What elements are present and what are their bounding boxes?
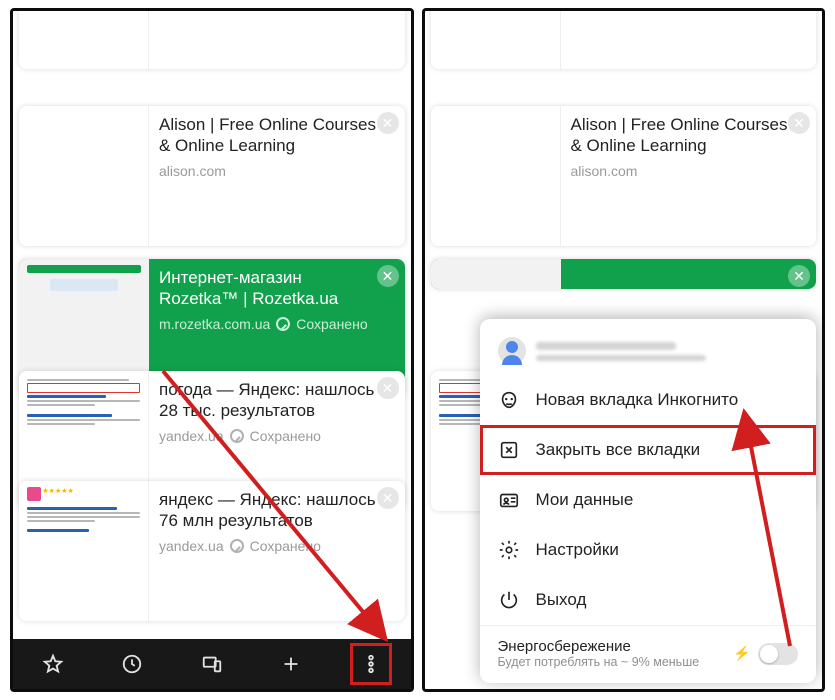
menu-item-label: Мои данные [536,490,634,510]
tab-domain: yandex.ua [159,538,224,554]
close-tab-button[interactable]: ✕ [788,265,810,287]
menu-item-exit[interactable]: Выход [480,575,817,625]
account-name-blurred [536,342,676,350]
tabs-switcher: 2 млн результатов yandex.ua Сохранено ✕ … [13,11,411,639]
power-icon [498,589,520,611]
tab-status: Сохранено [296,316,367,332]
tab-title: Alison | Free Online Courses & Online Le… [571,114,789,157]
menu-item-label: Новая вкладка Инкогнито [536,390,739,410]
menu-item-settings[interactable]: Настройки [480,525,817,575]
history-button[interactable] [112,644,152,684]
energy-toggle[interactable] [758,643,798,665]
energy-subtitle: Будет потреблять на ~ 9% меньше [498,655,733,669]
tab-thumbnail [431,259,561,289]
tab-card[interactable]: Alison | Free Online Courses & Online Le… [431,106,817,246]
devices-button[interactable] [192,644,232,684]
account-row[interactable] [480,323,817,375]
tab-card[interactable]: ★★★★★ яндекс — Яндекс: нашлось 76 млн ре… [19,481,405,621]
tab-title: Интернет-магазин Rozetka™ | Rozetka.ua [159,267,377,310]
tab-card[interactable]: 2 млн результатов yandex.ua Сохранено ✕ [431,11,817,69]
incognito-icon [498,389,520,411]
tab-domain: m.rozetka.com.ua [159,316,270,332]
close-tab-button[interactable]: ✕ [788,112,810,134]
gear-icon [498,539,520,561]
tab-domain: alison.com [159,163,226,179]
saved-icon [230,539,244,553]
tab-title: Alison | Free Online Courses & Online Le… [159,114,377,157]
menu-item-label: Настройки [536,540,619,560]
more-menu-button[interactable] [351,644,391,684]
tab-thumbnail [431,11,561,69]
phone-right: 2 млн результатов yandex.ua Сохранено ✕ … [422,8,826,692]
saved-icon [276,317,290,331]
close-all-icon [498,439,520,461]
tab-card[interactable]: Alison | Free Online Courses & Online Le… [19,106,405,246]
close-tab-button[interactable]: ✕ [377,377,399,399]
tab-thumbnail [19,11,149,69]
close-tab-button[interactable]: ✕ [377,112,399,134]
bookmark-button[interactable] [33,644,73,684]
menu-item-incognito[interactable]: Новая вкладка Инкогнито [480,375,817,425]
tabs-switcher: 2 млн результатов yandex.ua Сохранено ✕ … [425,11,823,689]
tab-domain: alison.com [571,163,638,179]
close-tab-button[interactable]: ✕ [377,487,399,509]
tab-domain: yandex.ua [159,428,224,444]
bottom-toolbar [13,639,411,689]
saved-icon [230,429,244,443]
menu-item-close-all-tabs[interactable]: Закрыть все вкладки [480,425,817,475]
overflow-menu-panel: Новая вкладка Инкогнито Закрыть все вкла… [480,319,817,683]
id-card-icon [498,489,520,511]
menu-item-label: Выход [536,590,587,610]
tab-card[interactable]: 2 млн результатов yandex.ua Сохранено ✕ [19,11,405,69]
account-email-blurred [536,355,706,361]
avatar-icon [498,337,526,365]
tab-status: Сохранено [250,428,321,444]
bolt-icon: ⚡ [732,645,752,662]
tab-title: погода — Яндекс: нашлось 28 тыс. результ… [159,379,377,422]
menu-item-label: Закрыть все вкладки [536,440,701,460]
tab-thumbnail [19,106,149,246]
energy-title: Энергосбережение [498,638,733,655]
menu-item-my-data[interactable]: Мои данные [480,475,817,525]
close-tab-button[interactable]: ✕ [377,265,399,287]
tab-thumbnail: ★★★★★ [19,481,149,621]
new-tab-button[interactable] [271,644,311,684]
tab-card-active[interactable]: ✕ [431,259,817,289]
tab-thumbnail [431,106,561,246]
energy-saving-row[interactable]: Энергосбережение Будет потреблять на ~ 9… [480,625,817,673]
tab-status: Сохранено [250,538,321,554]
phone-left: 2 млн результатов yandex.ua Сохранено ✕ … [10,8,414,692]
tab-title: яндекс — Яндекс: нашлось 76 млн результа… [159,489,377,532]
